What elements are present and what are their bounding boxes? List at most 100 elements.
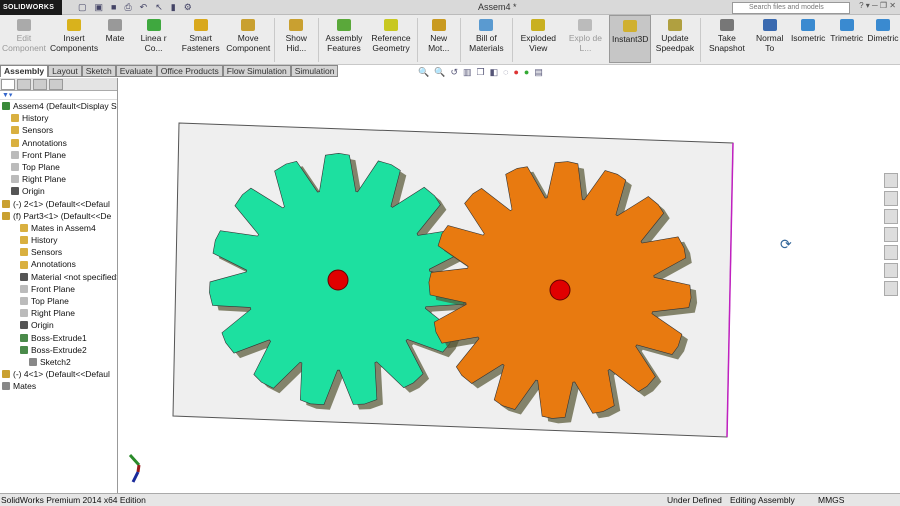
tree-item[interactable]: Sensors — [0, 124, 117, 136]
new-icon[interactable]: ▢ — [78, 2, 87, 13]
tree-item[interactable]: Annotations — [0, 137, 117, 149]
feature-icon — [2, 382, 10, 391]
command-label: Normal To — [755, 33, 784, 53]
feature-icon — [11, 138, 19, 147]
show-hid-button[interactable]: Show Hid... — [277, 15, 315, 63]
display-style-icon[interactable]: ◧ — [490, 67, 499, 78]
section-view-icon[interactable]: ▥ — [463, 67, 472, 78]
tab-layout[interactable]: Layout — [48, 65, 82, 77]
tree-item[interactable]: Boss-Extrude1 — [0, 332, 117, 344]
tree-item[interactable]: Assem4 (Default<Display St — [0, 100, 117, 112]
tree-item[interactable]: Right Plane — [0, 307, 117, 319]
tree-item[interactable]: Material <not specified> — [0, 271, 117, 283]
tree-item[interactable]: History — [0, 112, 117, 124]
save-icon[interactable]: ■ — [111, 2, 116, 13]
tree-item[interactable]: History — [0, 234, 117, 246]
linea-r-co-button[interactable]: Linea r Co... — [130, 15, 177, 63]
configuration-manager-tab[interactable] — [33, 79, 47, 90]
tree-item[interactable]: Mates — [0, 380, 117, 392]
custom-properties-tab[interactable] — [884, 263, 898, 278]
tab-assembly[interactable]: Assembly — [0, 65, 49, 77]
scene-icon[interactable]: ● — [524, 67, 529, 78]
tree-item-label: Front Plane — [31, 283, 75, 294]
tree-item[interactable]: Sensors — [0, 246, 117, 258]
tab-sketch[interactable]: Sketch — [81, 65, 116, 77]
tree-item[interactable]: Mates in Assem4 — [0, 222, 117, 234]
tree-item[interactable]: Annotations — [0, 258, 117, 270]
tree-item-label: History — [31, 235, 58, 246]
feature-icon — [2, 199, 10, 208]
update-speedpak-button[interactable]: Update Speedpak — [651, 15, 698, 63]
orange-gear-hub[interactable] — [549, 279, 571, 301]
tree-item[interactable]: Sketch2 — [0, 356, 117, 368]
smart-fasteners-button[interactable]: Smart Fasteners — [177, 15, 224, 63]
zoom-area-icon[interactable]: 🔍 — [434, 67, 445, 78]
print-icon[interactable]: ⎙ — [124, 2, 131, 13]
reference-geometry-button[interactable]: Reference Geometry — [367, 15, 414, 63]
zoom-fit-icon[interactable]: 🔍 — [418, 67, 429, 78]
resources-tab[interactable] — [884, 173, 898, 188]
rebuild-icon[interactable]: ▮ — [171, 2, 176, 13]
hide-show-icon[interactable]: ◌ — [503, 67, 508, 78]
tree-item[interactable]: (-) 4<1> (Default<<Defaul — [0, 368, 117, 380]
feature-manager-tab[interactable] — [1, 79, 15, 90]
tree-item[interactable]: Right Plane — [0, 173, 117, 185]
dimetric-button[interactable]: Dimetric — [866, 15, 900, 63]
feature-icon — [11, 175, 19, 184]
tab-simulation[interactable]: Simulation — [290, 65, 339, 77]
tree-item[interactable]: Origin — [0, 319, 117, 331]
select-icon[interactable]: ↖ — [155, 2, 163, 13]
graphics-area[interactable]: ⟳ — [118, 78, 900, 493]
bill-of-materials-button[interactable]: Bill of Materials — [463, 15, 510, 63]
undo-icon[interactable]: ↶ — [140, 2, 148, 13]
display-manager-tab[interactable] — [49, 79, 63, 90]
view-orientation-icon[interactable]: ❒ — [477, 67, 485, 78]
previous-view-icon[interactable]: ↺ — [450, 67, 458, 78]
normal-to-button[interactable]: Normal To — [750, 15, 788, 63]
assembly-features-button[interactable]: Assembly Features — [320, 15, 367, 63]
tree-item[interactable]: Boss-Extrude2 — [0, 344, 117, 356]
explo-de-l-button[interactable]: Explo de L... — [562, 15, 609, 63]
open-icon[interactable]: ▣ — [95, 2, 104, 13]
insert-components-button[interactable]: Insert Components — [48, 15, 100, 63]
property-manager-tab[interactable] — [17, 79, 31, 90]
view-palette-tab[interactable] — [884, 227, 898, 242]
trimetric-button[interactable]: Trimetric — [827, 15, 865, 63]
tree-item[interactable]: Front Plane — [0, 149, 117, 161]
mate-button[interactable]: Mate — [100, 15, 130, 63]
search-input[interactable]: Search files and models — [732, 2, 850, 14]
tree-item[interactable]: Top Plane — [0, 295, 117, 307]
tree-item-label: Mates in Assem4 — [31, 222, 96, 233]
units-selector[interactable]: MMGS — [818, 494, 844, 506]
tree-item[interactable]: Top Plane — [0, 161, 117, 173]
feature-icon — [29, 358, 37, 367]
edit-component-button[interactable]: Edit Component — [0, 15, 48, 63]
options-icon[interactable]: ⚙ — [184, 2, 192, 13]
command-label: Trimetric — [830, 33, 864, 43]
window-controls[interactable]: ? ▾ ─ ❐ ✕ — [859, 1, 896, 10]
file-explorer-tab[interactable] — [884, 209, 898, 224]
view-settings-icon[interactable]: ▤ — [534, 67, 543, 78]
tab-flow-simulation[interactable]: Flow Simulation — [222, 65, 291, 77]
new-mot-button[interactable]: New Mot... — [419, 15, 457, 63]
tree-item[interactable]: (-) 2<1> (Default<<Defaul — [0, 198, 117, 210]
take-snapshot-button[interactable]: Take Snapshot — [703, 15, 750, 63]
command-icon — [67, 19, 82, 31]
tab-office-products[interactable]: Office Products — [156, 65, 223, 77]
tree-item[interactable]: Origin — [0, 185, 117, 197]
tree-item[interactable]: Front Plane — [0, 283, 117, 295]
green-gear-hub[interactable] — [327, 269, 349, 291]
instant3d-button[interactable]: Instant3D — [608, 15, 652, 63]
rotate-icon[interactable]: ⟳ — [780, 236, 792, 253]
move-component-button[interactable]: Move Component — [224, 15, 272, 63]
design-library-tab[interactable] — [884, 191, 898, 206]
filter-icon[interactable]: ▼▾ — [0, 91, 117, 100]
tab-evaluate[interactable]: Evaluate — [115, 65, 157, 77]
exploded-view-button[interactable]: Exploded View — [515, 15, 562, 63]
isometric-button[interactable]: Isometric — [789, 15, 827, 63]
tree-item[interactable]: (f) Part3<1> (Default<<De — [0, 210, 117, 222]
appearances-tab[interactable] — [884, 245, 898, 260]
model-view[interactable] — [118, 78, 900, 493]
appearance-icon[interactable]: ● — [513, 67, 518, 78]
forum-tab[interactable] — [884, 281, 898, 296]
